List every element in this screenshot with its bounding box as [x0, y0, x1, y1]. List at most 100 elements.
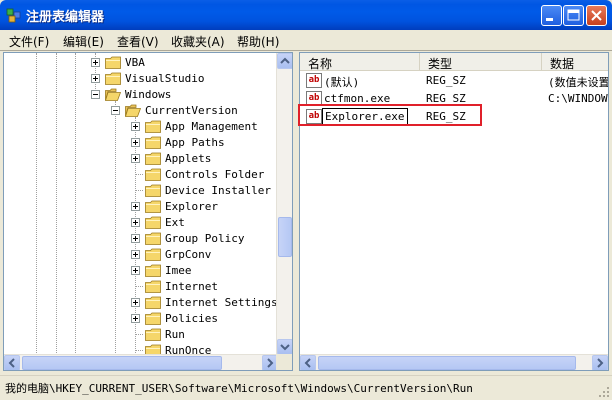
tree-node[interactable]: App Management: [4, 119, 278, 135]
expand-icon[interactable]: [131, 266, 140, 275]
folder-icon: [145, 264, 161, 277]
tree-node-label: Ext: [165, 216, 185, 229]
tree-node[interactable]: App Paths: [4, 135, 278, 151]
tree-node-label: VisualStudio: [125, 72, 205, 85]
expand-icon[interactable]: [131, 218, 140, 227]
scroll-left-button[interactable]: [4, 355, 20, 370]
folder-icon: [145, 216, 161, 229]
close-button[interactable]: [586, 5, 607, 26]
tree-node[interactable]: Policies: [4, 311, 278, 327]
tree-node[interactable]: Controls Folder: [4, 167, 278, 183]
registry-tree-pane[interactable]: VBA VisualStudio Windows CurrentVersion App …: [3, 52, 293, 371]
folder-icon: [145, 248, 161, 261]
tree-node[interactable]: Explorer: [4, 199, 278, 215]
tree-node-label: Device Installer: [165, 184, 271, 197]
title-bar[interactable]: 注册表编辑器: [0, 0, 612, 30]
tree-node[interactable]: GrpConv: [4, 247, 278, 263]
menu-file[interactable]: 文件(F): [9, 33, 49, 50]
expand-icon[interactable]: [91, 58, 100, 67]
arrow-left-icon: [8, 358, 15, 368]
column-header-name[interactable]: 名称: [300, 53, 420, 71]
tree-connector: [135, 334, 143, 335]
list-horizontal-scrollbar[interactable]: [300, 354, 608, 370]
value-data: (数值未设置): [548, 76, 609, 89]
folder-icon: [145, 312, 161, 325]
window-title: 注册表编辑器: [26, 10, 105, 25]
folder-icon: [145, 296, 161, 309]
tree-node-label: App Paths: [165, 136, 225, 149]
folder-icon: [105, 56, 121, 69]
registry-values-pane[interactable]: 名称 类型 数据 ab (默认) REG_SZ (数值未设置) ab ctfmo…: [299, 52, 609, 371]
scroll-right-button[interactable]: [592, 355, 608, 370]
value-data: C:\WINDOWS\: [548, 92, 608, 105]
tree-node[interactable]: Windows: [4, 87, 278, 103]
tree-node[interactable]: Imee: [4, 263, 278, 279]
expand-icon[interactable]: [131, 298, 140, 307]
menu-view[interactable]: 查看(V): [117, 33, 159, 50]
minimize-button[interactable]: [541, 5, 562, 26]
expand-icon[interactable]: [131, 138, 140, 147]
column-header-type[interactable]: 类型: [420, 53, 542, 71]
resize-grip-icon[interactable]: [598, 386, 610, 398]
close-icon: [591, 10, 602, 21]
tree-connector: [135, 190, 143, 191]
regedit-icon: [6, 8, 21, 23]
tree-node[interactable]: Run: [4, 327, 278, 343]
tree-node[interactable]: Internet Settings: [4, 295, 278, 311]
tree-connector: [135, 174, 143, 175]
value-row-default[interactable]: ab (默认) REG_SZ (数值未设置): [300, 72, 609, 90]
tree-vertical-scrollbar[interactable]: [276, 53, 292, 355]
tree-node[interactable]: Ext: [4, 215, 278, 231]
tree-node-label: Internet Settings: [165, 296, 278, 309]
arrow-left-icon: [304, 358, 311, 368]
tree-connector: [135, 350, 143, 351]
menu-favorites[interactable]: 收藏夹(A): [171, 33, 225, 50]
maximize-button[interactable]: [563, 5, 584, 26]
tree-node-label: Explorer: [165, 200, 218, 213]
column-header-data[interactable]: 数据: [542, 53, 608, 71]
folder-icon: [145, 232, 161, 245]
tree-horizontal-scrollbar[interactable]: [4, 354, 278, 370]
tree-scroll-thumb[interactable]: [278, 217, 292, 257]
expand-icon[interactable]: [131, 122, 140, 131]
tree-node[interactable]: Applets: [4, 151, 278, 167]
collapse-icon[interactable]: [111, 106, 120, 115]
tree-node-label: VBA: [125, 56, 145, 69]
expand-icon[interactable]: [131, 154, 140, 163]
string-value-icon: ab: [306, 73, 322, 88]
scroll-corner: [276, 354, 292, 370]
status-path: 我的电脑\HKEY_CURRENT_USER\Software\Microsof…: [5, 382, 473, 395]
tree-node[interactable]: VisualStudio: [4, 71, 278, 87]
status-bar: 我的电脑\HKEY_CURRENT_USER\Software\Microsof…: [0, 375, 612, 400]
tree-connector: [135, 286, 143, 287]
list-hscroll-thumb[interactable]: [318, 356, 576, 370]
tree-node[interactable]: Internet: [4, 279, 278, 295]
folder-icon: [105, 88, 121, 101]
folder-icon: [145, 152, 161, 165]
scroll-left-button[interactable]: [300, 355, 316, 370]
folder-icon: [105, 72, 121, 85]
expand-icon[interactable]: [131, 250, 140, 259]
tree-node[interactable]: Group Policy: [4, 231, 278, 247]
arrow-right-icon: [267, 358, 274, 368]
tree-node-label: GrpConv: [165, 248, 212, 261]
tree-node[interactable]: CurrentVersion: [4, 103, 278, 119]
collapse-icon[interactable]: [91, 90, 100, 99]
tree-node-label: Applets: [165, 152, 212, 165]
folder-icon: [145, 200, 161, 213]
expand-icon[interactable]: [131, 234, 140, 243]
expand-icon[interactable]: [131, 202, 140, 211]
tree-node[interactable]: VBA: [4, 55, 278, 71]
menu-help[interactable]: 帮助(H): [237, 33, 279, 50]
arrow-down-icon: [280, 344, 290, 351]
tree-hscroll-thumb[interactable]: [22, 356, 222, 370]
scroll-down-button[interactable]: [277, 339, 292, 355]
minimize-icon: [546, 18, 553, 21]
expand-icon[interactable]: [91, 74, 100, 83]
tree-node-label: Imee: [165, 264, 192, 277]
tree-node-label: Controls Folder: [165, 168, 265, 181]
tree-node[interactable]: Device Installer: [4, 183, 278, 199]
scroll-up-button[interactable]: [277, 53, 292, 69]
menu-edit[interactable]: 编辑(E): [63, 33, 104, 50]
expand-icon[interactable]: [131, 314, 140, 323]
